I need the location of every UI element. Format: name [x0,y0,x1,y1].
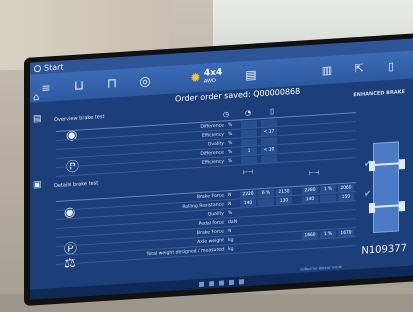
search-icon[interactable] [209,280,214,286]
cell: 140 [240,199,256,208]
cell [320,194,336,203]
gear-icon: ✹ [190,70,201,87]
cell: 1 % [320,185,336,194]
cell: 2130 [276,188,292,197]
row-label: Total weight designed / measured [146,247,224,258]
cell [241,129,257,138]
row-unit: daN [228,219,238,226]
toolbar-right: ▥ ⇱ ▯ [317,59,401,77]
device-icon[interactable]: ▯ [381,59,401,73]
row-label: Efficiency [201,132,224,139]
cell: 1 % [320,230,336,239]
battery-icon: ▯ [270,107,274,116]
cell: 2060 [338,184,354,193]
cell [258,198,274,207]
brand-logo: ENHANCED BRAKE [353,89,405,99]
cell: < 10 [261,146,277,155]
front-axle [369,162,405,175]
cell: 130 [276,197,292,206]
row-label: Ovality [207,141,224,148]
taskbar-app-icon[interactable] [229,279,234,285]
cell: 2280 [302,186,318,195]
export-icon[interactable]: ⇱ [349,61,369,75]
row-unit: N [228,201,232,208]
axle-header-icon: ⊢⊣ [308,169,320,178]
row-label: Quality [207,211,224,218]
cell [261,155,277,164]
row-unit: % [228,210,233,217]
rear-axle [369,204,405,217]
row-label: Brake Force [196,229,224,237]
row-unit: kg [228,246,234,253]
row-label: Axle weight [197,238,224,246]
home-icon[interactable]: ⌂ [33,92,39,103]
check-icon: ✔ [364,189,372,200]
cell: 1 [241,147,257,156]
cell: 150 [338,193,354,202]
row-label: Difference [200,150,224,157]
row-unit: % [228,140,233,147]
cell [241,138,257,147]
brake-test-app-window: Start ≡ ⊔ ⊓ ◎ ✹ 4x4 AWD ▤ ▥ ⇱ ▯ ⌂ Order … [30,38,413,300]
row-unit: % [228,122,233,129]
details-table: Brake Force N 2220 6 % 2130 2280 1 % 206… [56,182,356,265]
registration-number: N109377 [361,242,407,257]
list-icon: ▤ [33,113,42,125]
lift-icon[interactable]: ⊔ [69,77,89,94]
row-unit: kg [228,237,234,244]
details-title: Details brake test [54,180,99,190]
drive-mode-label: 4x4 AWD [203,67,223,85]
app-logo-icon [34,64,41,72]
photo-scene: Start ≡ ⊔ ⊓ ◎ ✹ 4x4 AWD ▤ ▥ ⇱ ▯ ⌂ Order … [0,0,413,312]
cell: 2220 [240,190,256,199]
row-unit: % [228,131,233,138]
row-label: Difference [200,123,224,130]
cell: 6 % [258,189,274,198]
cell: < 17 [261,128,277,137]
overview-title: Overview brake test [54,113,105,124]
row-unit: N [228,192,232,199]
cell: 1660 [302,231,318,240]
cell: 1670 [338,229,354,238]
cell [261,119,277,128]
vehicle-diagram [369,141,405,234]
start-icon[interactable] [199,281,204,287]
cell [241,156,257,165]
row-unit: N [228,228,232,235]
cell: 140 [302,195,318,204]
row-label: Brake Force [196,193,224,201]
row-unit: % [228,149,233,156]
timer-icon: ◔ [244,108,252,118]
brake-test-icon[interactable]: ◎ [135,73,155,90]
taskbar-app-icon[interactable] [219,279,224,286]
cell [261,137,277,146]
axle-header-icon: ⊢⊣ [242,168,254,177]
taskbar-app-icon[interactable] [239,278,244,284]
report-icon[interactable]: ▥ [317,63,337,77]
clock-icon: ◷ [222,110,230,119]
row-label: Efficiency [201,159,224,166]
window-title: Start [44,62,64,73]
axle-lift-icon[interactable]: ⊓ [102,75,122,92]
details-icon: ▣ [33,179,42,191]
row-unit: % [228,158,233,165]
cell [241,120,257,129]
monitor: Start ≡ ⊔ ⊓ ◎ ✹ 4x4 AWD ▤ ▥ ⇱ ▯ ⌂ Order … [24,33,413,307]
drive-mode-button[interactable]: ✹ 4x4 AWD [190,67,223,87]
printer-icon[interactable]: ▤ [245,67,256,82]
row-label: Pedal force [198,220,224,228]
